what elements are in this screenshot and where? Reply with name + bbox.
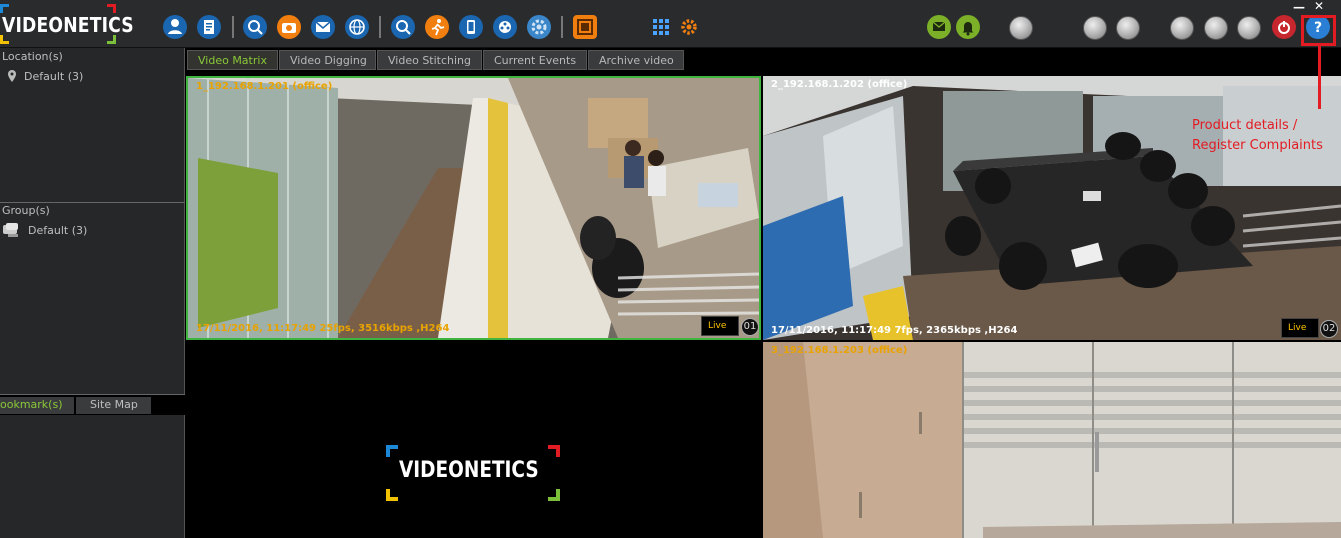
- group-item-label: Default (3): [28, 223, 88, 237]
- help-callout-text: Product details / Register Complaints: [1192, 116, 1323, 156]
- report-icon[interactable]: [197, 15, 221, 39]
- top-toolbar: VIDEONETICS ? — ✕: [0, 0, 1341, 48]
- logo-corner-red: [548, 445, 560, 457]
- logo-corner-red: [107, 4, 116, 13]
- camera-1-info: 17/11/2016, 11:17:49 25fps, 3516kbps ,H2…: [196, 323, 450, 334]
- camera-3-label: 3_192.168.1.203 (office): [771, 345, 908, 356]
- left-panel: Location(s) Default (3) Group(s) Default…: [0, 48, 185, 538]
- video-cell-1[interactable]: 1_192.168.1.201 (office) 17/11/2016, 11:…: [186, 76, 761, 340]
- group-item-default[interactable]: Default (3): [2, 222, 87, 238]
- callout-line-2: Register Complaints: [1192, 138, 1323, 153]
- toolbar-separator: [561, 16, 563, 38]
- tab-video-matrix[interactable]: Video Matrix: [187, 50, 278, 70]
- bottom-tab-bar: ookmark(s) Site Map: [0, 395, 185, 415]
- groups-title: Group(s): [2, 204, 50, 217]
- camera-2-number: 02: [1320, 320, 1338, 338]
- toolbar-separator: [232, 16, 234, 38]
- main-tab-bar: Video Matrix Video Digging Video Stitchi…: [186, 48, 1341, 74]
- grid-layout-icon[interactable]: [649, 15, 673, 39]
- help-callout-line: [1318, 46, 1321, 109]
- status-button[interactable]: [1170, 16, 1194, 40]
- tab-current-events[interactable]: Current Events: [483, 50, 587, 70]
- logo-corner-blue: [0, 4, 9, 13]
- magnify-icon[interactable]: [391, 15, 415, 39]
- camera-2-info: 17/11/2016, 11:17:49 7fps, 2365kbps ,H26…: [771, 325, 1018, 336]
- logo-corner-blue: [386, 445, 398, 457]
- alarm-bell-icon[interactable]: [956, 15, 980, 39]
- panel-divider: [0, 202, 185, 203]
- tab-site-map[interactable]: Site Map: [76, 397, 151, 414]
- location-pin-icon: [8, 70, 16, 82]
- videonetics-logo: VIDEONETICS: [0, 4, 134, 44]
- gear-wheel-icon[interactable]: [527, 15, 551, 39]
- locations-title: Location(s): [2, 50, 63, 63]
- video-cell-empty[interactable]: VIDEONETICS: [186, 342, 761, 538]
- location-item-label: Default (3): [24, 69, 84, 83]
- tab-bookmarks[interactable]: ookmark(s): [0, 397, 74, 414]
- camera-2-live-badge: Live: [1281, 318, 1319, 338]
- running-man-icon[interactable]: [425, 15, 449, 39]
- mobile-icon[interactable]: [459, 15, 483, 39]
- message-icon[interactable]: [927, 15, 951, 39]
- tab-video-stitching[interactable]: Video Stitching: [377, 50, 482, 70]
- user-icon[interactable]: [163, 15, 187, 39]
- search-camera-icon[interactable]: [243, 15, 267, 39]
- minimize-button[interactable]: —: [1293, 0, 1305, 14]
- camera-group-icon: [3, 223, 18, 237]
- location-item-default[interactable]: Default (3): [6, 69, 83, 83]
- status-button[interactable]: [1009, 16, 1033, 40]
- status-button[interactable]: [1204, 16, 1228, 40]
- logo-text: VIDEONETICS: [2, 13, 134, 37]
- camera-3-feed: [763, 342, 1341, 538]
- help-highlight-box: [1301, 15, 1336, 46]
- camera-1-feed: [188, 78, 759, 338]
- mail-icon[interactable]: [311, 15, 335, 39]
- globe-icon[interactable]: [345, 15, 369, 39]
- camera-2-label: 2_192.168.1.202 (office): [771, 79, 908, 90]
- tab-video-digging[interactable]: Video Digging: [279, 50, 376, 70]
- video-cell-3[interactable]: 3_192.168.1.203 (office): [763, 342, 1341, 538]
- status-button[interactable]: [1083, 16, 1107, 40]
- status-button[interactable]: [1237, 16, 1261, 40]
- tab-archive-video[interactable]: Archive video: [588, 50, 684, 70]
- status-button[interactable]: [1116, 16, 1140, 40]
- monitor-icon[interactable]: [573, 15, 597, 39]
- toolbar-separator: [379, 16, 381, 38]
- logo-corner-green: [548, 489, 560, 501]
- film-reel-icon[interactable]: [493, 15, 517, 39]
- logo-corner-yellow: [386, 489, 398, 501]
- camera-1-number: 01: [741, 318, 759, 336]
- snapshot-icon[interactable]: [277, 15, 301, 39]
- videonetics-watermark-logo: VIDEONETICS: [386, 445, 560, 501]
- camera-1-live-badge: Live: [701, 316, 739, 336]
- camera-1-label: 1_192.168.1.201 (office): [196, 81, 333, 92]
- power-icon[interactable]: [1272, 15, 1296, 39]
- callout-line-1: Product details /: [1192, 118, 1298, 133]
- watermark-logo-text: VIDEONETICS: [399, 458, 539, 483]
- settings-gear-icon[interactable]: [677, 15, 701, 39]
- close-button[interactable]: ✕: [1314, 0, 1324, 13]
